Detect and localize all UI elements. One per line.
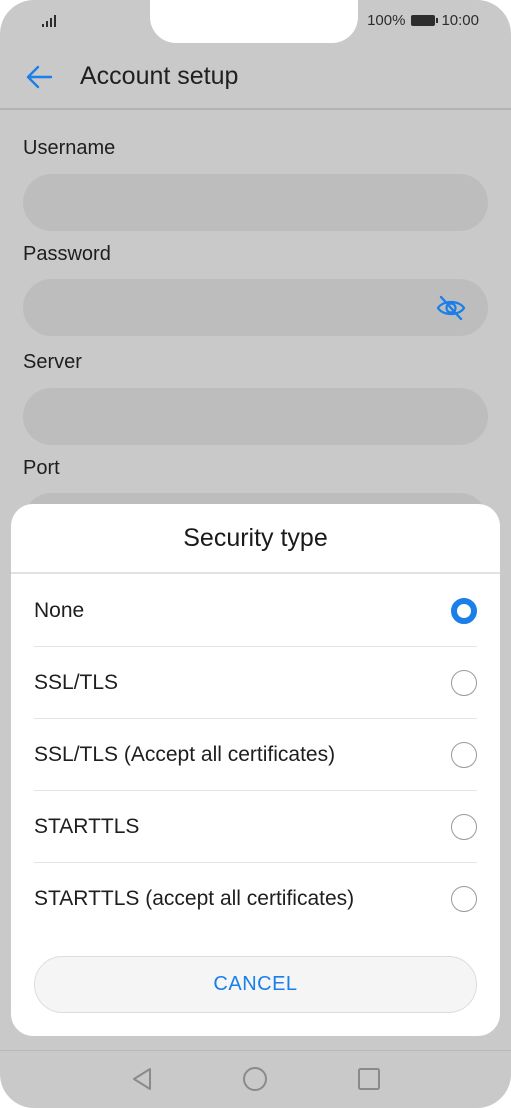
cancel-button[interactable]: CANCEL xyxy=(34,956,477,1013)
option-label: STARTTLS xyxy=(34,814,140,838)
radio-unselected-icon[interactable] xyxy=(451,813,477,840)
triangle-back-icon[interactable] xyxy=(130,1066,156,1092)
header-divider xyxy=(0,108,511,110)
option-label: SSL/TLS xyxy=(34,670,119,694)
server-field[interactable] xyxy=(23,388,488,445)
status-right: 100% 10:00 xyxy=(367,12,479,29)
option-ssl-tls-accept-all[interactable]: SSL/TLS (Accept all certificates) xyxy=(34,719,477,791)
dialog-divider xyxy=(11,572,500,574)
nav-divider xyxy=(0,1050,511,1051)
radio-unselected-icon[interactable] xyxy=(451,886,477,912)
username-field[interactable] xyxy=(23,174,488,231)
security-type-dialog: Security type None SSL/TLS SSL/TLS (Acce… xyxy=(11,504,500,1036)
arrow-left-icon[interactable] xyxy=(24,62,54,92)
circle-home-icon[interactable] xyxy=(242,1066,268,1092)
signal-icon xyxy=(42,15,56,27)
radio-unselected-icon[interactable] xyxy=(451,741,477,768)
square-recents-icon[interactable] xyxy=(356,1066,382,1092)
eye-off-icon[interactable] xyxy=(436,293,466,323)
username-label: Username xyxy=(23,137,116,159)
password-label: Password xyxy=(23,243,111,265)
battery-icon xyxy=(411,15,439,26)
server-label: Server xyxy=(23,351,82,373)
option-ssl-tls[interactable]: SSL/TLS xyxy=(34,647,477,719)
radio-unselected-icon[interactable] xyxy=(451,669,477,696)
option-label: None xyxy=(34,598,85,622)
clock: 10:00 xyxy=(441,12,479,29)
password-field[interactable] xyxy=(23,279,488,336)
option-label: SSL/TLS (Accept all certificates) xyxy=(34,742,336,766)
dialog-title: Security type xyxy=(183,524,328,552)
battery-percent: 100% xyxy=(367,12,406,29)
option-label: STARTTLS (accept all certificates) xyxy=(34,887,355,910)
page-title: Account setup xyxy=(80,62,239,90)
phone-screen: 100% 10:00 Account setup Username Passwo… xyxy=(0,0,511,1108)
port-label: Port xyxy=(23,457,60,479)
option-starttls[interactable]: STARTTLS xyxy=(34,791,477,863)
camera-notch xyxy=(150,0,358,43)
radio-selected-icon[interactable] xyxy=(451,597,477,624)
option-none[interactable]: None xyxy=(34,575,477,647)
option-starttls-accept-all[interactable]: STARTTLS (accept all certificates) xyxy=(34,863,477,935)
